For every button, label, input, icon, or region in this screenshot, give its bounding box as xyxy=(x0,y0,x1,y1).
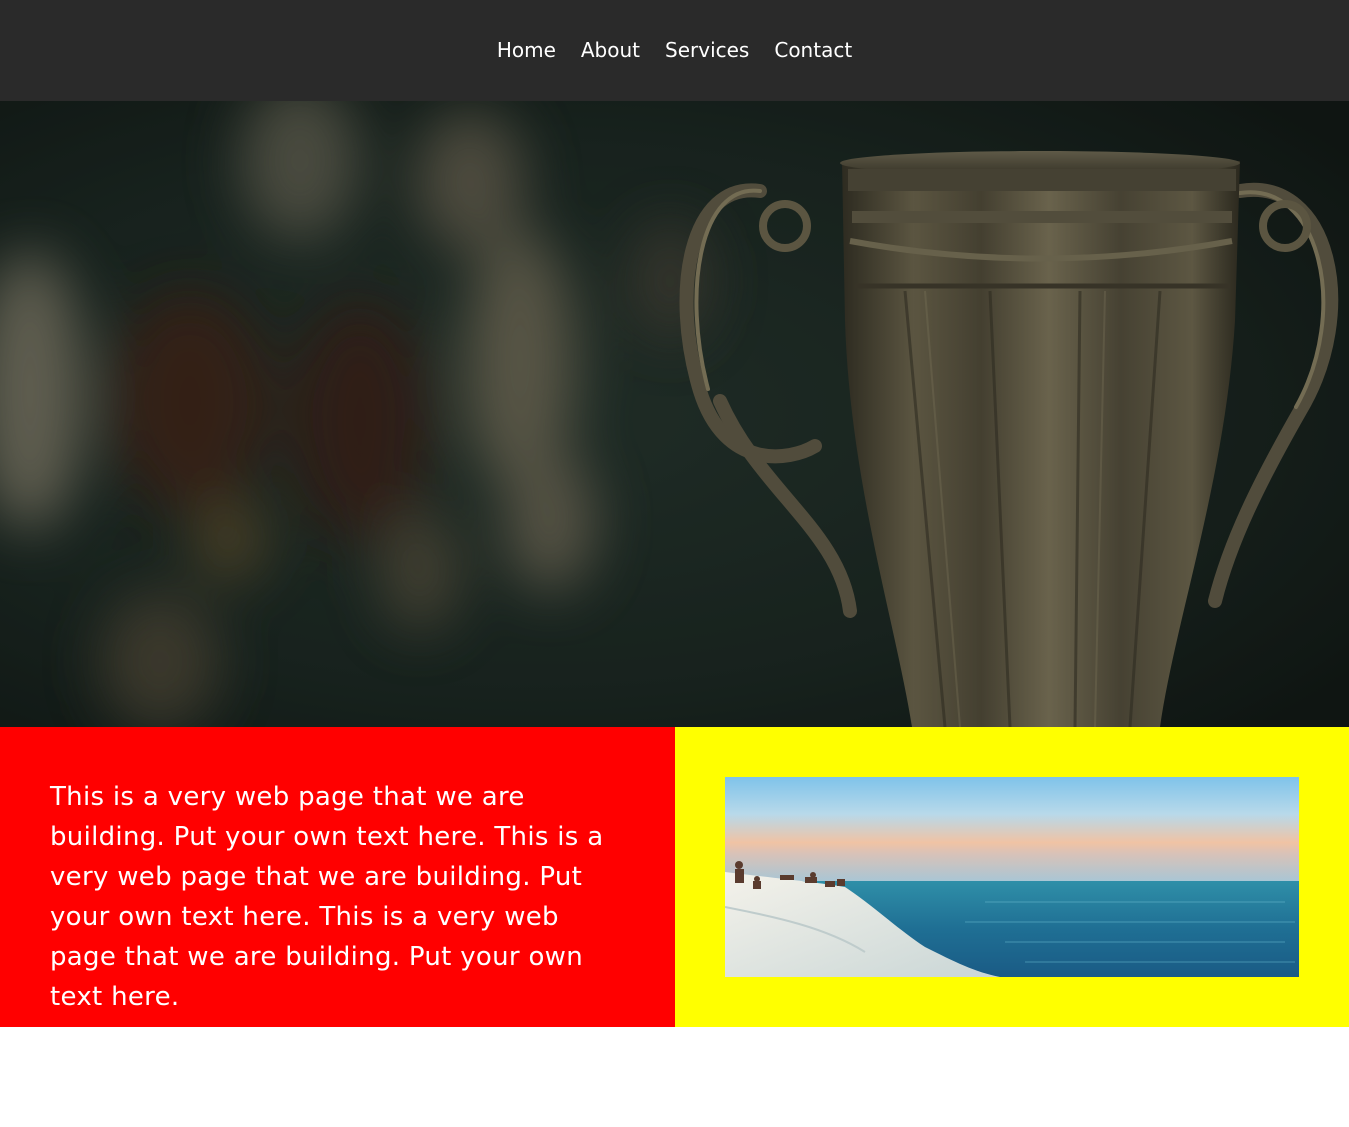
nav-link-services[interactable]: Services xyxy=(665,38,749,62)
nav-item-about: About xyxy=(581,36,640,64)
top-navbar: Home About Services Contact xyxy=(0,0,1349,101)
nav-item-services: Services xyxy=(665,36,749,64)
hero-banner xyxy=(0,101,1349,727)
nav-link-home[interactable]: Home xyxy=(497,38,556,62)
nav-item-contact: Contact xyxy=(774,36,852,64)
nav-menu: Home About Services Contact xyxy=(0,36,1349,64)
seaside-photo xyxy=(725,777,1299,977)
image-panel xyxy=(675,727,1349,1027)
page-footer-space xyxy=(0,1027,1349,1127)
nav-link-about[interactable]: About xyxy=(581,38,640,62)
body-text: This is a very web page that we are buil… xyxy=(50,782,604,1012)
nav-item-home: Home xyxy=(497,36,556,64)
nav-link-contact[interactable]: Contact xyxy=(774,38,852,62)
text-panel: This is a very web page that we are buil… xyxy=(0,727,675,1027)
trophy-photo xyxy=(0,101,1349,727)
